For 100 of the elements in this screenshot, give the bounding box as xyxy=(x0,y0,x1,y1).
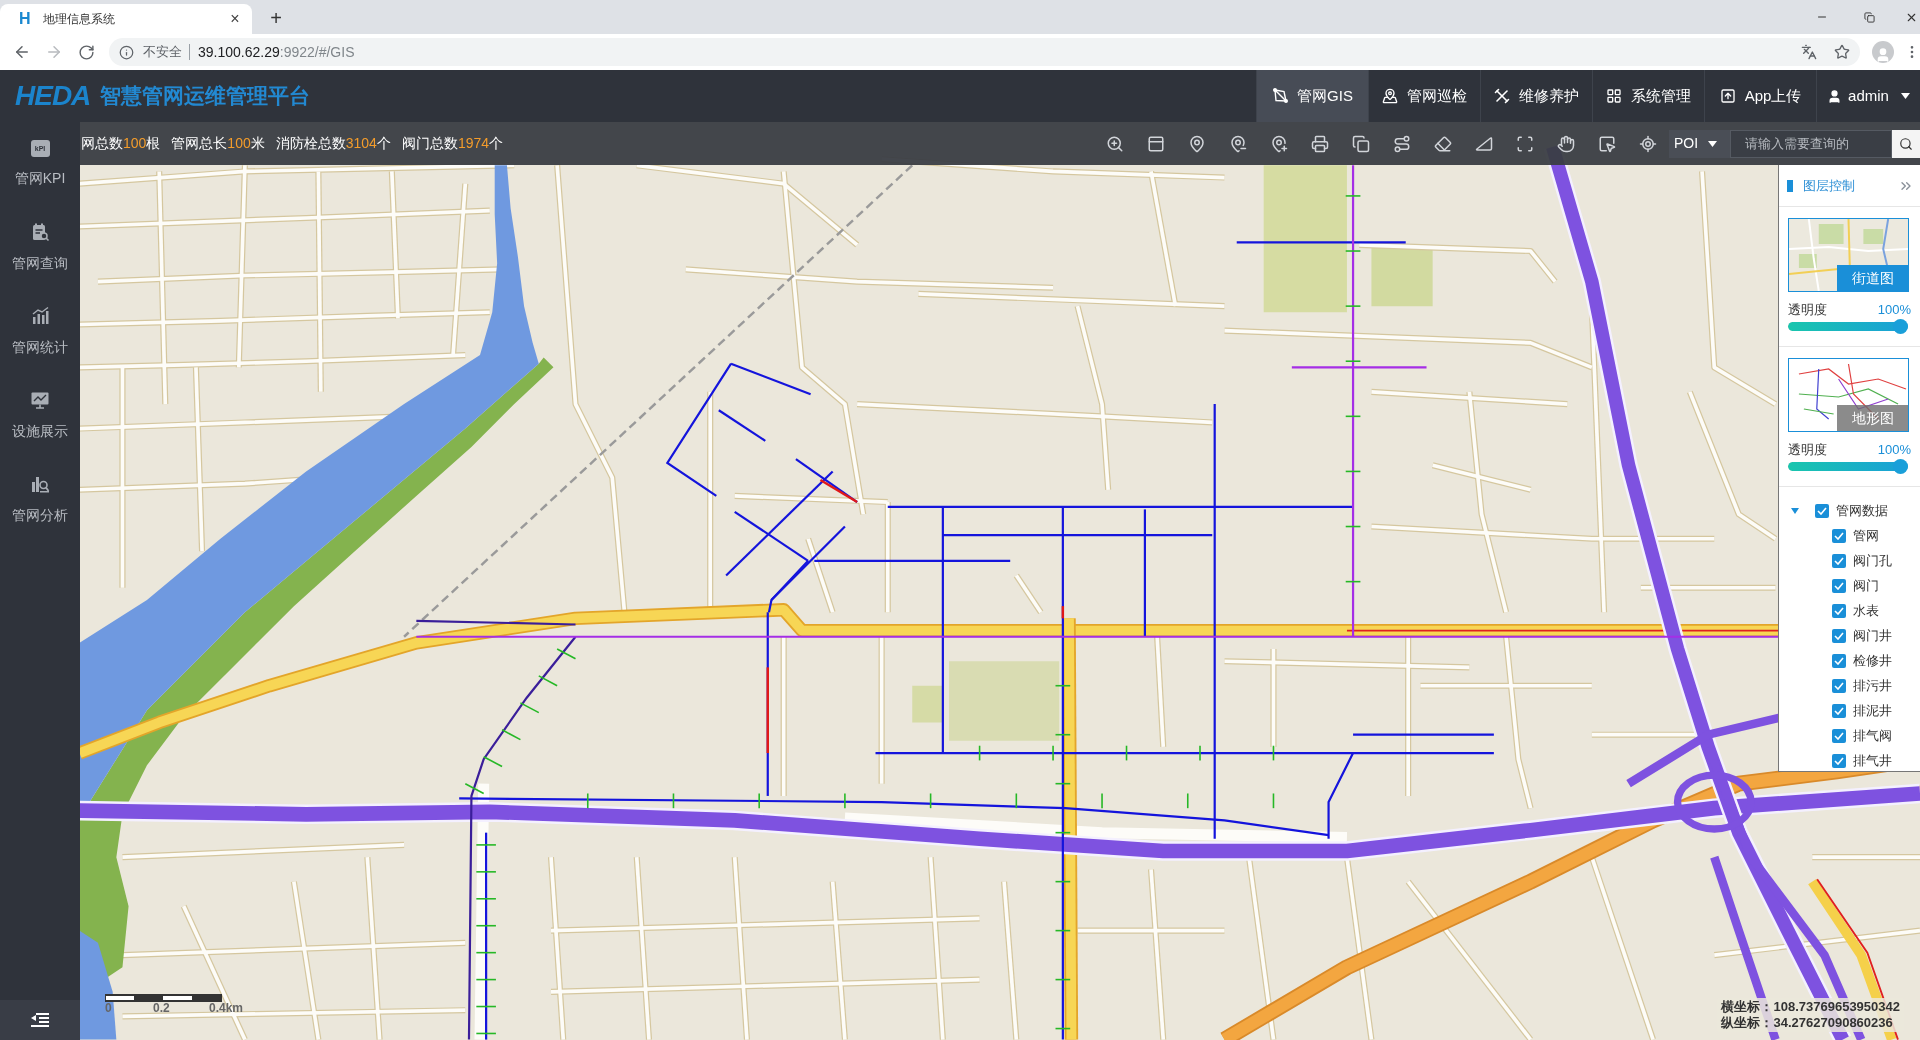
menu-icon xyxy=(31,1013,49,1027)
address-bar[interactable]: 不安全 39.100.62.29:9922/#/GIS xyxy=(109,38,1860,66)
favicon: H xyxy=(19,11,31,27)
layer-label: 水表 xyxy=(1853,601,1879,620)
app-title: 智慧管网运维管理平台 xyxy=(100,83,311,110)
sidebar-item[interactable]: 管网统计 xyxy=(0,290,80,374)
caret-icon[interactable] xyxy=(1791,507,1799,514)
logo: HEDA xyxy=(15,82,91,110)
layer-label: 检修井 xyxy=(1853,651,1892,670)
layer-label: 排气阀 xyxy=(1853,726,1892,745)
zoom-in-icon xyxy=(1105,134,1124,153)
sidebar-item[interactable]: 管网分析 xyxy=(0,458,80,542)
scale-label: 0.4km xyxy=(209,1002,244,1014)
layer-label: 阀门孔 xyxy=(1853,551,1892,570)
slider-thumb[interactable] xyxy=(1893,459,1908,474)
check-icon xyxy=(1834,706,1844,715)
security-label: 不安全 xyxy=(143,43,182,62)
checkbox[interactable] xyxy=(1815,503,1829,518)
stat-text: 阀门总数1974个 xyxy=(401,134,504,153)
upload-icon xyxy=(1719,88,1736,104)
layer-label: 管网数据 xyxy=(1836,501,1888,520)
coordinate-value: 108.73769653950342 xyxy=(1773,999,1900,1015)
monitor-chart-icon xyxy=(30,390,50,410)
checkbox[interactable] xyxy=(1832,603,1846,618)
slider-thumb[interactable] xyxy=(1893,319,1908,334)
opacity-label: 透明度 xyxy=(1788,441,1827,460)
checkbox[interactable] xyxy=(1832,678,1846,693)
printer-icon xyxy=(1310,134,1329,153)
search-field[interactable]: 请输入需要查询的 xyxy=(1730,129,1892,158)
check-icon xyxy=(1834,606,1844,615)
checkbox[interactable] xyxy=(1832,553,1846,568)
checkbox[interactable] xyxy=(1832,528,1846,543)
check-icon xyxy=(1834,581,1844,590)
layer-label: 管网 xyxy=(1853,526,1879,545)
checkbox[interactable] xyxy=(1832,728,1846,743)
coordinate-label: 横坐标： xyxy=(1721,999,1774,1015)
scale-label: 0 xyxy=(105,1002,112,1014)
search-button[interactable] xyxy=(1892,129,1920,158)
panel-title: 图层控制 xyxy=(1803,176,1855,195)
poi-select[interactable]: POI xyxy=(1669,129,1730,158)
crossed-tools-icon xyxy=(1494,88,1510,104)
translate-icon[interactable] xyxy=(1801,44,1817,60)
check-icon xyxy=(1834,656,1844,665)
check-icon xyxy=(1834,531,1844,540)
sidebar-item[interactable]: 管网查询 xyxy=(0,206,80,290)
caret-icon xyxy=(1900,93,1910,99)
url-text: 39.100.62.29:9922/#/GIS xyxy=(198,42,355,62)
nav-tab[interactable]: 管网GIS xyxy=(1256,70,1368,122)
reload-icon xyxy=(77,43,95,61)
user-icon xyxy=(1827,88,1843,104)
check-icon xyxy=(1834,556,1844,565)
checkbox[interactable] xyxy=(1832,753,1846,768)
hand-icon xyxy=(1556,134,1575,153)
forward-arrow-icon xyxy=(45,43,63,61)
basemap-card[interactable]: 街道图 xyxy=(1788,218,1909,292)
opacity-value: 100% xyxy=(1877,301,1911,320)
stat-text: 消防栓总数3104个 xyxy=(275,134,391,153)
basemap-label: 街道图 xyxy=(1837,265,1908,291)
info-icon xyxy=(119,44,134,60)
map-pin-icon xyxy=(1187,134,1206,153)
bar-chart-icon xyxy=(30,306,50,326)
checkbox[interactable] xyxy=(1832,628,1846,643)
checkbox[interactable] xyxy=(1832,653,1846,668)
opacity-value: 100% xyxy=(1877,441,1911,460)
map-pin-minus-icon xyxy=(1228,134,1247,153)
select-cursor-icon xyxy=(1597,134,1616,153)
stat-text: 管网总长100米 xyxy=(171,134,265,153)
polygon-icon xyxy=(1272,88,1289,104)
coordinate-label: 纵坐标： xyxy=(1721,1015,1774,1031)
check-icon xyxy=(1834,731,1844,740)
check-icon xyxy=(1817,506,1827,515)
checkbox[interactable] xyxy=(1832,578,1846,593)
scan-frame-icon xyxy=(1515,134,1534,153)
collapse-menu-button[interactable] xyxy=(0,1000,80,1040)
check-icon xyxy=(1834,756,1844,765)
route-icon xyxy=(1392,134,1411,153)
layer-label: 排污井 xyxy=(1853,676,1892,695)
new-tab-button[interactable]: + xyxy=(264,6,288,30)
basemap-label: 地形图 xyxy=(1837,405,1908,431)
tab-close-button[interactable]: × xyxy=(226,10,244,28)
check-icon xyxy=(1834,631,1844,640)
sidebar-item[interactable]: 设施展示 xyxy=(0,374,80,458)
caret-icon xyxy=(1708,140,1718,147)
layer-label: 排气井 xyxy=(1853,751,1892,770)
scale-label: 0.2 xyxy=(153,1002,170,1014)
eraser-icon xyxy=(1433,134,1452,153)
map-pin-icon xyxy=(1382,88,1398,104)
layer-label: 阀门 xyxy=(1853,576,1879,595)
bookmark-star-icon[interactable] xyxy=(1834,44,1850,60)
chart-magnifier-icon xyxy=(30,474,50,494)
search-icon xyxy=(1899,136,1913,151)
checkbox[interactable] xyxy=(1832,703,1846,718)
panel-marker-icon xyxy=(1787,179,1793,192)
stat-text: 网总数100根 xyxy=(81,134,161,153)
tab-title: 地理信息系统 xyxy=(42,11,115,28)
document-search-icon xyxy=(30,222,50,242)
triangle-ruler-icon xyxy=(1474,134,1493,153)
copy-icon xyxy=(1351,134,1370,153)
coordinate-value: 34.27627090860236 xyxy=(1773,1015,1893,1031)
browser-tab[interactable]: H 地理信息系统 × xyxy=(0,4,252,34)
